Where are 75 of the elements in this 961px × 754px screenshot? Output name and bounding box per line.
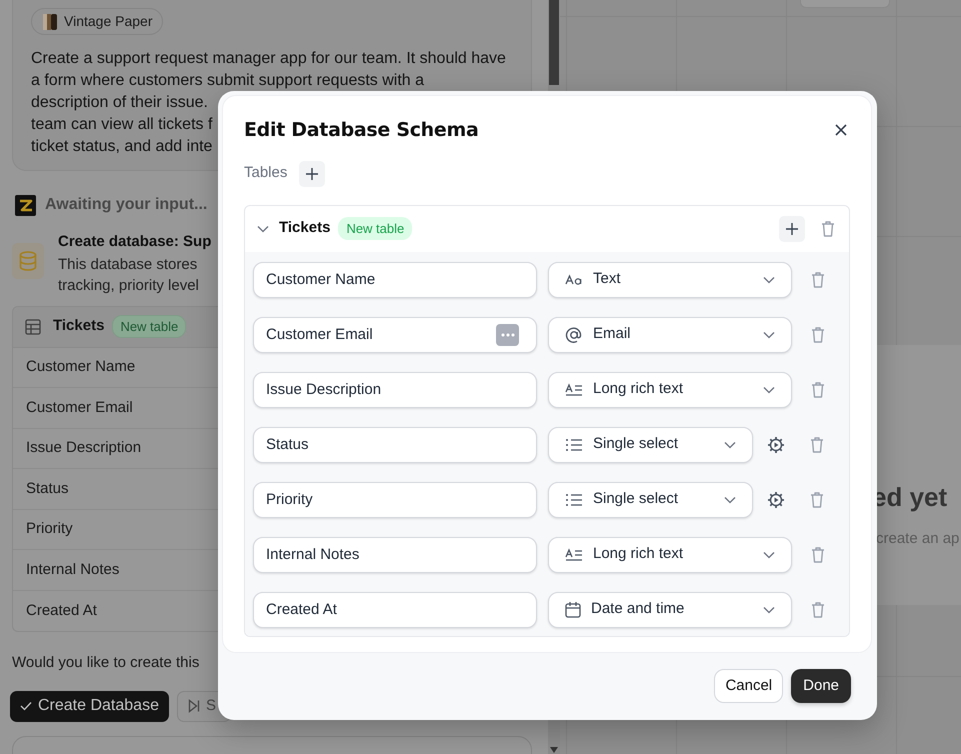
field-name-input[interactable]: Internal Notes [253,536,537,572]
field-name-input[interactable]: Priority [253,482,537,518]
theme-chip[interactable]: Vintage Paper [31,8,164,35]
field-row-text: Created At [25,600,98,620]
new-table-badge: New table [338,216,412,240]
prompt-line: description of their issue. [31,93,208,113]
field-name-input[interactable]: Customer Name [253,262,537,298]
field-type-select[interactable]: Email [548,316,792,352]
action-title: Create database: Sup [58,232,212,252]
prompt-line: Create a support request manager app for our team. It should have [31,49,506,69]
add-table-button[interactable] [299,160,326,186]
field-type-select[interactable]: Text [548,262,792,298]
delete-table-icon[interactable] [819,220,837,238]
prompt-line: a form where customers submit support requests with a [31,71,424,91]
scrollbar-thumb[interactable] [549,0,559,85]
field-type-select[interactable]: Long rich text [548,536,792,572]
check-icon [20,701,32,711]
delete-field-icon[interactable] [808,490,826,508]
new-table-badge: New table [112,314,186,338]
prompt-line: ticket status, and add inte [31,137,212,157]
chevron-down-icon [724,440,736,448]
gear-icon[interactable] [767,490,785,508]
autofill-icon[interactable] [496,324,519,346]
table-name: Tickets [279,218,330,238]
collapse-chevron-icon[interactable] [257,224,269,232]
status-text: Awaiting your input... [45,195,208,215]
at-sign-icon [565,326,583,344]
list-icon [565,492,583,506]
long-text-icon [565,548,583,562]
delete-field-icon[interactable] [809,600,827,618]
create-database-button[interactable]: Create Database [10,690,169,722]
text-type-icon [565,272,583,286]
action-description: This database stores tracking, priority level [58,254,200,296]
table-icon [25,318,41,334]
done-button[interactable]: Done [791,669,851,703]
gear-icon[interactable] [767,436,785,454]
plus-icon [306,168,318,180]
field-name-input[interactable]: Created At [253,592,537,628]
field-name-input[interactable]: Customer Email [253,316,537,352]
long-text-icon [565,382,583,396]
logo-icon [15,194,36,216]
dots-icon [500,332,514,336]
skip-icon [188,699,200,713]
list-icon [565,438,583,452]
chevron-down-icon [724,496,736,504]
delete-field-icon[interactable] [809,270,827,288]
field-type-select[interactable]: Single select [548,426,753,462]
field-type-select[interactable]: Single select [548,482,753,518]
chevron-down-icon [763,550,775,558]
field-type-select[interactable]: Date and time [548,592,792,628]
close-icon [834,123,848,138]
delete-field-icon[interactable] [809,326,827,344]
question-text: Would you like to create this [12,653,200,673]
chevron-down-icon [763,330,775,338]
tables-label: Tables [244,163,288,184]
add-field-button[interactable] [779,216,805,242]
prompt-line: team can view all tickets f [31,115,212,135]
calendar-icon [565,601,581,618]
field-type-select[interactable]: Long rich text [548,372,792,408]
empty-state-text: create an ap [876,529,960,549]
table-name: Tickets [53,316,104,336]
field-name-input[interactable]: Issue Description [253,372,537,408]
chevron-down-icon [763,386,775,394]
field-name-input[interactable]: Status [253,426,537,462]
cancel-button[interactable]: Cancel [714,669,784,703]
chevron-down-icon [763,606,775,614]
delete-field-icon[interactable] [808,436,826,454]
plus-icon [786,222,798,234]
scroll-down-arrow-icon[interactable] [549,746,559,754]
palette-swatch-icon [42,12,58,30]
delete-field-icon[interactable] [809,546,827,564]
chevron-down-icon [763,276,775,284]
delete-field-icon[interactable] [809,380,827,398]
database-icon [19,251,37,271]
dialog-title: Edit Database Schema [244,118,478,143]
